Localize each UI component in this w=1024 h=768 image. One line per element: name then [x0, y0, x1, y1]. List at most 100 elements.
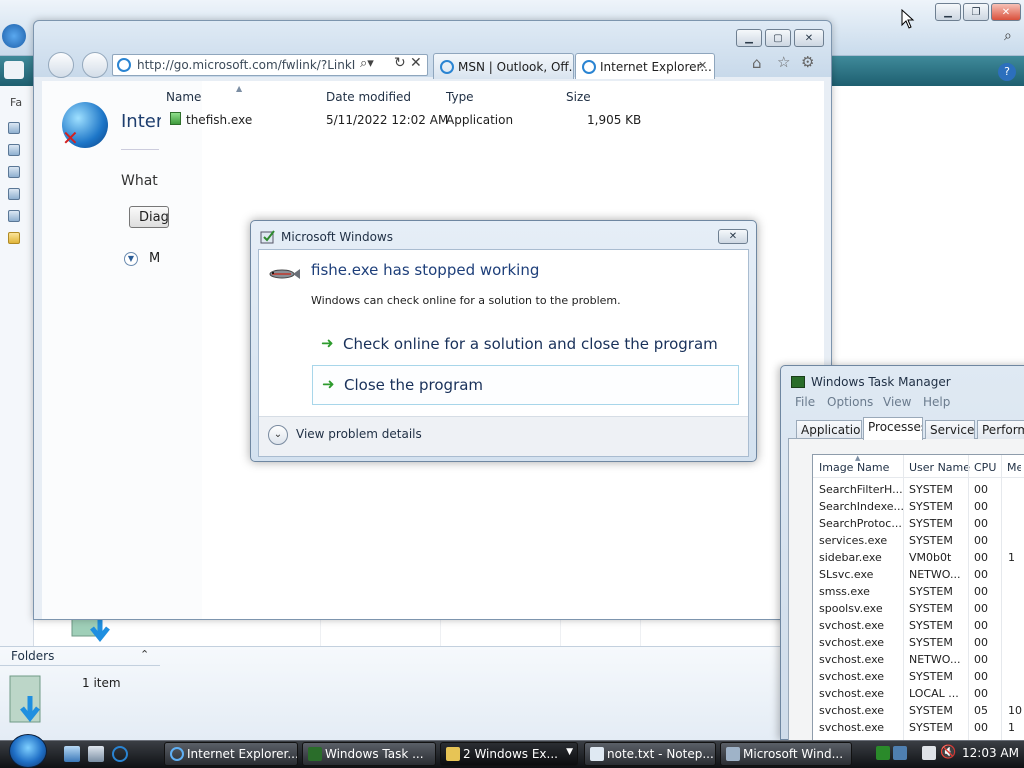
- error-report-icon: [726, 747, 740, 761]
- process-row[interactable]: svchost.exe SYSTEM 00 1: [819, 720, 1024, 737]
- tab-services[interactable]: Services: [925, 420, 975, 439]
- gear-icon[interactable]: ⚙: [801, 53, 814, 71]
- refresh-icon[interactable]: ↻: [394, 55, 406, 71]
- search-icon[interactable]: ⌕: [1004, 28, 1012, 44]
- start-button[interactable]: [9, 734, 47, 768]
- taskbar-button-label: Windows Task ...: [325, 747, 424, 761]
- process-row[interactable]: svchost.exe SYSTEM 05 10: [819, 703, 1024, 720]
- process-image-name: svchost.exe: [819, 687, 885, 700]
- tab-msn[interactable]: MSN | Outlook, Off...: [433, 53, 574, 79]
- help-icon[interactable]: ?: [998, 63, 1016, 81]
- process-row[interactable]: svchost.exe SYSTEM 00: [819, 618, 1024, 635]
- process-row[interactable]: SearchFilterH... SYSTEM 00: [819, 482, 1024, 499]
- process-user-name: LOCAL ...: [909, 687, 959, 700]
- process-row[interactable]: smss.exe SYSTEM 00: [819, 584, 1024, 601]
- process-image-name: SearchIndexe...: [819, 500, 903, 513]
- folders-label[interactable]: Folders: [11, 649, 54, 663]
- column-header-image-name[interactable]: Image Name: [819, 461, 889, 474]
- tab-label: MSN | Outlook, Off...: [458, 60, 574, 74]
- process-image-name: svchost.exe: [819, 636, 885, 649]
- chevron-down-icon[interactable]: ▼: [124, 252, 138, 266]
- home-icon[interactable]: ⌂: [752, 54, 762, 72]
- process-user-name: VM0b0t: [909, 551, 952, 564]
- taskbar-button-taskmgr[interactable]: Windows Task ...: [302, 742, 436, 766]
- process-row[interactable]: services.exe SYSTEM 00: [819, 533, 1024, 550]
- group-dropdown-icon[interactable]: ▼: [566, 747, 573, 757]
- process-row[interactable]: SLsvc.exe NETWO... 00: [819, 567, 1024, 584]
- back-arrow-icon[interactable]: [2, 24, 26, 48]
- column-header-memory[interactable]: Mer: [1007, 461, 1021, 474]
- column-header-size[interactable]: Size: [566, 90, 591, 104]
- restore-button[interactable]: ❐: [963, 3, 989, 21]
- tab-processes[interactable]: Processes: [863, 417, 923, 440]
- column-header-cpu[interactable]: CPU: [974, 461, 996, 474]
- taskbar-button-folder[interactable]: 2 Windows Ex... ▼: [440, 742, 578, 766]
- display-icon[interactable]: [893, 746, 907, 760]
- menu-help[interactable]: Help: [923, 395, 950, 409]
- tab-close-icon[interactable]: ✕: [698, 59, 707, 72]
- close-button[interactable]: ✕: [991, 3, 1021, 21]
- process-row[interactable]: SearchIndexe... SYSTEM 00: [819, 499, 1024, 516]
- taskbar-button-notepad[interactable]: note.txt - Notep...: [584, 742, 716, 766]
- view-problem-details-link[interactable]: View problem details: [296, 427, 422, 441]
- favorites-star-icon[interactable]: ☆: [777, 53, 790, 71]
- file-name[interactable]: thefish.exe: [186, 113, 252, 127]
- address-input[interactable]: http://go.microsoft.com/fwlink/?LinkID=: [137, 58, 355, 72]
- process-row[interactable]: spoolsv.exe SYSTEM 00: [819, 601, 1024, 618]
- process-row[interactable]: SearchProtoc... SYSTEM 00: [819, 516, 1024, 533]
- menu-options[interactable]: Options: [827, 395, 873, 409]
- column-header-type[interactable]: Type: [446, 90, 474, 104]
- process-row[interactable]: sidebar.exe VM0b0t 00 1: [819, 550, 1024, 567]
- ie-close-button[interactable]: ✕: [794, 29, 824, 47]
- process-row[interactable]: svchost.exe NETWO... 00: [819, 652, 1024, 669]
- process-row[interactable]: svchost.exe SYSTEM 00: [819, 635, 1024, 652]
- tab-applications[interactable]: Applications: [796, 420, 862, 439]
- monitor-icon[interactable]: [922, 746, 936, 760]
- process-user-name: SYSTEM: [909, 602, 953, 615]
- column-header-user-name[interactable]: User Name: [909, 461, 970, 474]
- process-row[interactable]: svchost.exe LOCAL ... 00: [819, 686, 1024, 703]
- back-button[interactable]: [48, 52, 74, 78]
- column-header-name[interactable]: Name: [166, 90, 201, 104]
- dialog-close-button[interactable]: ✕: [718, 229, 748, 244]
- process-cpu: 05: [974, 704, 988, 717]
- switch-windows-icon[interactable]: [88, 746, 104, 762]
- tab-performance[interactable]: Performa: [977, 420, 1024, 439]
- documents-icon[interactable]: [8, 122, 20, 134]
- check-online-button[interactable]: ➜ Check online for a solution and close …: [312, 325, 739, 365]
- taskbar-button-ie[interactable]: Internet Explorer...: [164, 742, 298, 766]
- music-icon[interactable]: [8, 166, 20, 178]
- searches-icon[interactable]: [8, 188, 20, 200]
- search-icon[interactable]: ⌕▾: [360, 56, 374, 71]
- organize-icon[interactable]: [4, 61, 24, 79]
- process-row[interactable]: svchost.exe SYSTEM 00: [819, 669, 1024, 686]
- network-icon[interactable]: [876, 746, 890, 760]
- menu-file[interactable]: File: [795, 395, 815, 409]
- show-desktop-icon[interactable]: [64, 746, 80, 762]
- taskbar-button-error-report[interactable]: Microsoft Wind...: [720, 742, 852, 766]
- process-image-name: sidebar.exe: [819, 551, 882, 564]
- dialog-headline: fishe.exe has stopped working: [311, 261, 540, 279]
- public-icon[interactable]: [8, 210, 20, 222]
- tab-internet-explorer[interactable]: Internet Explorer... ✕: [575, 53, 715, 79]
- column-header-date[interactable]: Date modified: [326, 90, 411, 104]
- check-online-label: Check online for a solution and close th…: [343, 335, 718, 353]
- chevron-down-icon[interactable]: ⌄: [268, 425, 288, 445]
- more-options-link[interactable]: M: [149, 251, 161, 266]
- clock[interactable]: 12:03 AM: [962, 746, 1019, 760]
- ie-quicklaunch-icon[interactable]: [112, 746, 128, 762]
- ie-minimize-button[interactable]: ▁: [736, 29, 762, 47]
- process-user-name: SYSTEM: [909, 704, 953, 717]
- ie-maximize-button[interactable]: ▢: [765, 29, 791, 47]
- collapse-chevron-icon[interactable]: ⌃: [140, 648, 149, 661]
- close-program-button[interactable]: ➜ Close the program: [312, 365, 739, 405]
- folder-icon[interactable]: [8, 232, 20, 244]
- volume-muted-icon[interactable]: 🔇: [940, 745, 956, 760]
- forward-button[interactable]: [82, 52, 108, 78]
- stop-icon[interactable]: ✕: [410, 55, 422, 71]
- process-user-name: SYSTEM: [909, 517, 953, 530]
- menu-view[interactable]: View: [883, 395, 911, 409]
- pictures-icon[interactable]: [8, 144, 20, 156]
- minimize-button[interactable]: ▁: [935, 3, 961, 21]
- diagnose-button[interactable]: Diag: [129, 206, 169, 228]
